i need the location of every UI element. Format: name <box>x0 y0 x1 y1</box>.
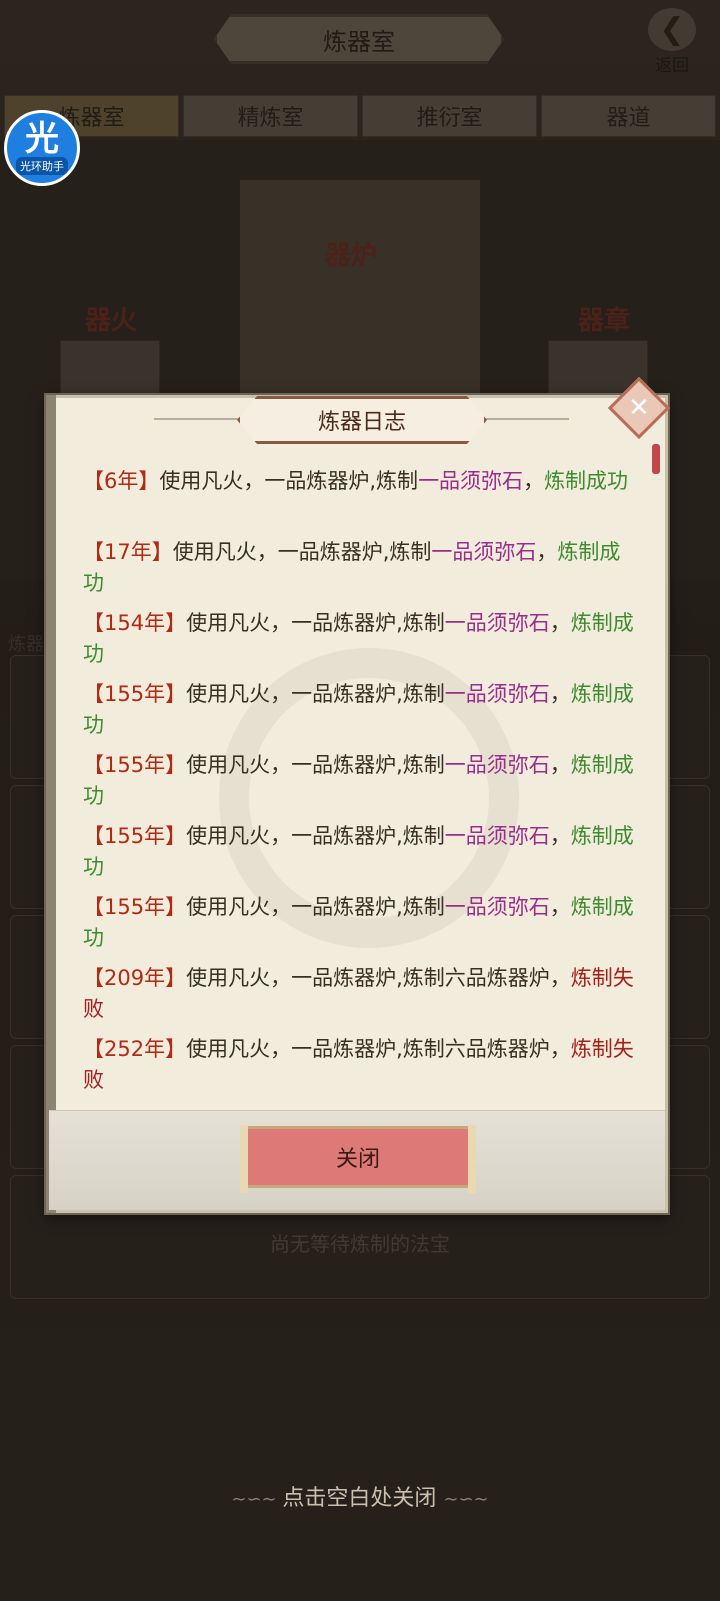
log-text: 使用凡火，一品炼器炉,炼制 <box>186 753 445 777</box>
log-text: 使用凡火，一品炼器炉,炼制 <box>186 1037 445 1061</box>
helper-label: 光环助手 <box>16 157 68 175</box>
tap-to-close-hint: ∼∽∼ 点击空白处关闭 ∼∽∼ <box>0 1480 720 1512</box>
close-icon: ✕ <box>628 392 650 423</box>
forge-log-dialog: 炼器日志 ✕ 【6年】使用凡火，一品炼器炉,炼制一品须弥石，炼制成功 【17年】使… <box>46 376 671 1213</box>
log-result: 炼制成功 <box>544 469 629 493</box>
log-item: 六品炼器炉 <box>444 1037 550 1061</box>
log-year: 【17年】 <box>83 540 173 564</box>
log-year: 【155年】 <box>83 753 187 777</box>
helper-glyph: 光 <box>25 119 59 159</box>
ornament-right-icon: ∼∽∼ <box>443 1489 489 1510</box>
helper-app-badge[interactable]: 光 光环助手 <box>4 110 80 186</box>
log-item: 一品须弥石 <box>444 895 550 919</box>
title-divider <box>154 418 244 420</box>
hint-text: 点击空白处关闭 <box>282 1486 437 1511</box>
log-entry: 【6年】使用凡火，一品炼器炉,炼制一品须弥石，炼制成功 <box>83 466 638 537</box>
log-entry: 【154年】使用凡火，一品炼器炉,炼制一品须弥石，炼制成功 <box>83 608 638 679</box>
log-item: 一品须弥石 <box>431 540 537 564</box>
dialog-title: 炼器日志 <box>237 396 487 444</box>
log-year: 【6年】 <box>83 469 160 493</box>
log-entry: 【17年】使用凡火，一品炼器炉,炼制一品须弥石，炼制成功 <box>83 537 638 608</box>
log-year: 【252年】 <box>83 1037 187 1061</box>
log-sep: ， <box>549 753 571 777</box>
log-entry: 【155年】使用凡火，一品炼器炉,炼制一品须弥石，炼制成功 <box>83 679 638 750</box>
log-item: 一品须弥石 <box>444 682 550 706</box>
log-year: 【154年】 <box>83 611 187 635</box>
log-year: 【155年】 <box>83 895 187 919</box>
log-item: 一品须弥石 <box>444 753 550 777</box>
log-sep: ， <box>523 469 545 493</box>
log-item: 一品须弥石 <box>444 824 550 848</box>
dialog-footer: 关闭 <box>49 1110 665 1210</box>
log-sep: ， <box>549 824 571 848</box>
log-sep: ， <box>549 682 571 706</box>
log-sep: ， <box>549 1037 571 1061</box>
log-sep: ， <box>549 895 571 919</box>
close-button[interactable]: 关闭 <box>240 1125 476 1193</box>
title-divider <box>479 418 569 420</box>
log-entry: 【155年】使用凡火，一品炼器炉,炼制一品须弥石，炼制成功 <box>83 750 638 821</box>
log-text: 使用凡火，一品炼器炉,炼制 <box>186 895 445 919</box>
log-item: 六品炼器炉 <box>444 966 550 990</box>
log-text: 使用凡火，一品炼器炉,炼制 <box>186 824 445 848</box>
log-text: 使用凡火，一品炼器炉,炼制 <box>172 540 432 564</box>
ornament-left-icon: ∼∽∼ <box>231 1489 283 1510</box>
log-entry: 【155年】使用凡火，一品炼器炉,炼制一品须弥石，炼制成功 <box>83 821 638 892</box>
log-list: 【6年】使用凡火，一品炼器炉,炼制一品须弥石，炼制成功 【17年】使用凡火，一品炼… <box>83 466 638 1105</box>
log-year: 【155年】 <box>83 824 187 848</box>
log-sep: ， <box>536 540 558 564</box>
log-text: 使用凡火，一品炼器炉,炼制 <box>186 966 445 990</box>
log-sep: ， <box>549 966 571 990</box>
log-year: 【209年】 <box>83 966 187 990</box>
log-entry: 【252年】使用凡火，一品炼器炉,炼制六品炼器炉，炼制失败 <box>83 1034 638 1105</box>
log-entry: 【155年】使用凡火，一品炼器炉,炼制一品须弥石，炼制成功 <box>83 892 638 963</box>
log-text: 使用凡火，一品炼器炉,炼制 <box>159 469 419 493</box>
log-item: 一品须弥石 <box>444 611 550 635</box>
tassel-decoration <box>652 444 660 474</box>
log-text: 使用凡火，一品炼器炉,炼制 <box>186 611 445 635</box>
log-item: 一品须弥石 <box>418 469 524 493</box>
log-entry: 【209年】使用凡火，一品炼器炉,炼制六品炼器炉，炼制失败 <box>83 963 638 1034</box>
log-sep: ， <box>549 611 571 635</box>
log-text: 使用凡火，一品炼器炉,炼制 <box>186 682 445 706</box>
log-year: 【155年】 <box>83 682 187 706</box>
